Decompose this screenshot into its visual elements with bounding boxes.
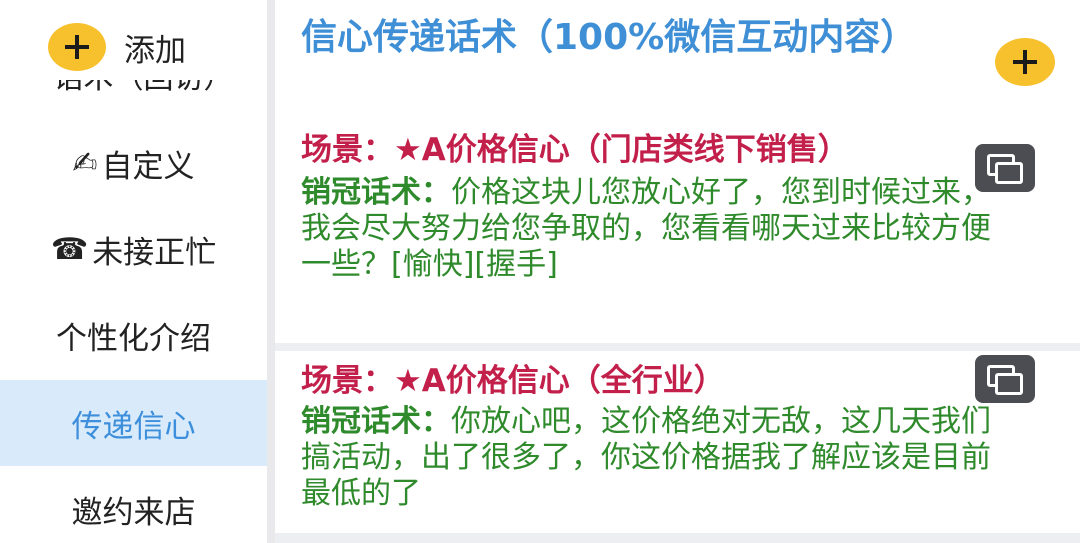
bottom-divider — [275, 533, 1080, 543]
script-card: 场景：★A价格信心（全行业） 销冠话术：你放心吧，这价格绝对无敌，这几天我们搞活… — [301, 362, 1001, 512]
scene-label: 场景：★A价格信心（门店类线下销售） — [301, 132, 849, 168]
add-button[interactable]: 添加 — [48, 22, 186, 72]
sidebar-divider — [267, 0, 275, 543]
telephone-icon: ☎ — [50, 231, 89, 267]
script-card: 场景：★A价格信心（门店类线下销售） 销冠话术：价格这块儿您放心好了，您到时候过… — [301, 131, 1001, 283]
page-title: 信心传递话术（100%微信互动内容） — [301, 17, 917, 58]
writing-hand-icon: ✍ — [72, 145, 98, 181]
copy-button[interactable] — [975, 355, 1035, 403]
script-lead: 销冠话术： — [301, 404, 451, 439]
sidebar-item-confidence[interactable]: 传递信心 — [0, 380, 267, 466]
sidebar-item-missed-busy[interactable]: ☎ 未接正忙 — [0, 206, 267, 292]
script-text[interactable]: 销冠话术：你放心吧，这价格绝对无敌，这几天我们搞活动，出了很多了，你这价格据我了… — [301, 404, 1011, 512]
sidebar-item-label: 传递信心 — [71, 408, 196, 445]
scene-label: 场景：★A价格信心（全行业） — [301, 363, 725, 399]
sidebar-item-label: 个性化介绍 — [56, 320, 211, 357]
add-label: 添加 — [124, 32, 186, 69]
sidebar-item-personal-intro[interactable]: 个性化介绍 — [0, 292, 267, 378]
sidebar-item-custom[interactable]: ✍ 自定义 — [0, 120, 267, 206]
sidebar-item-partial[interactable]: 一 话术（回访） — [14, 80, 234, 96]
copy-button[interactable] — [975, 144, 1035, 192]
sidebar: 添加 一 话术（回访） ✍ 自定义 ☎ 未接正忙 个性化介绍 传递信心 邀约来店 — [0, 0, 267, 543]
sidebar-item-invite[interactable]: 邀约来店 — [0, 466, 267, 543]
script-lead: 销冠话术： — [301, 175, 451, 210]
plus-icon — [48, 23, 106, 71]
sidebar-item-partial-label: 一 话术（回访） — [14, 80, 234, 96]
sidebar-item-label: 自定义 — [101, 148, 195, 185]
main-panel: 信心传递话术（100%微信互动内容） 场景：★A价格信心（门店类线下销售） 销冠… — [275, 0, 1080, 543]
script-text[interactable]: 销冠话术：价格这块儿您放心好了，您到时候过来，我会尽大努力给您争取的，您看看哪天… — [301, 175, 1011, 283]
sidebar-item-label: 邀约来店 — [71, 494, 196, 531]
card-divider — [275, 343, 1080, 351]
add-script-button[interactable] — [995, 38, 1055, 86]
sidebar-item-label: 未接正忙 — [92, 234, 217, 271]
